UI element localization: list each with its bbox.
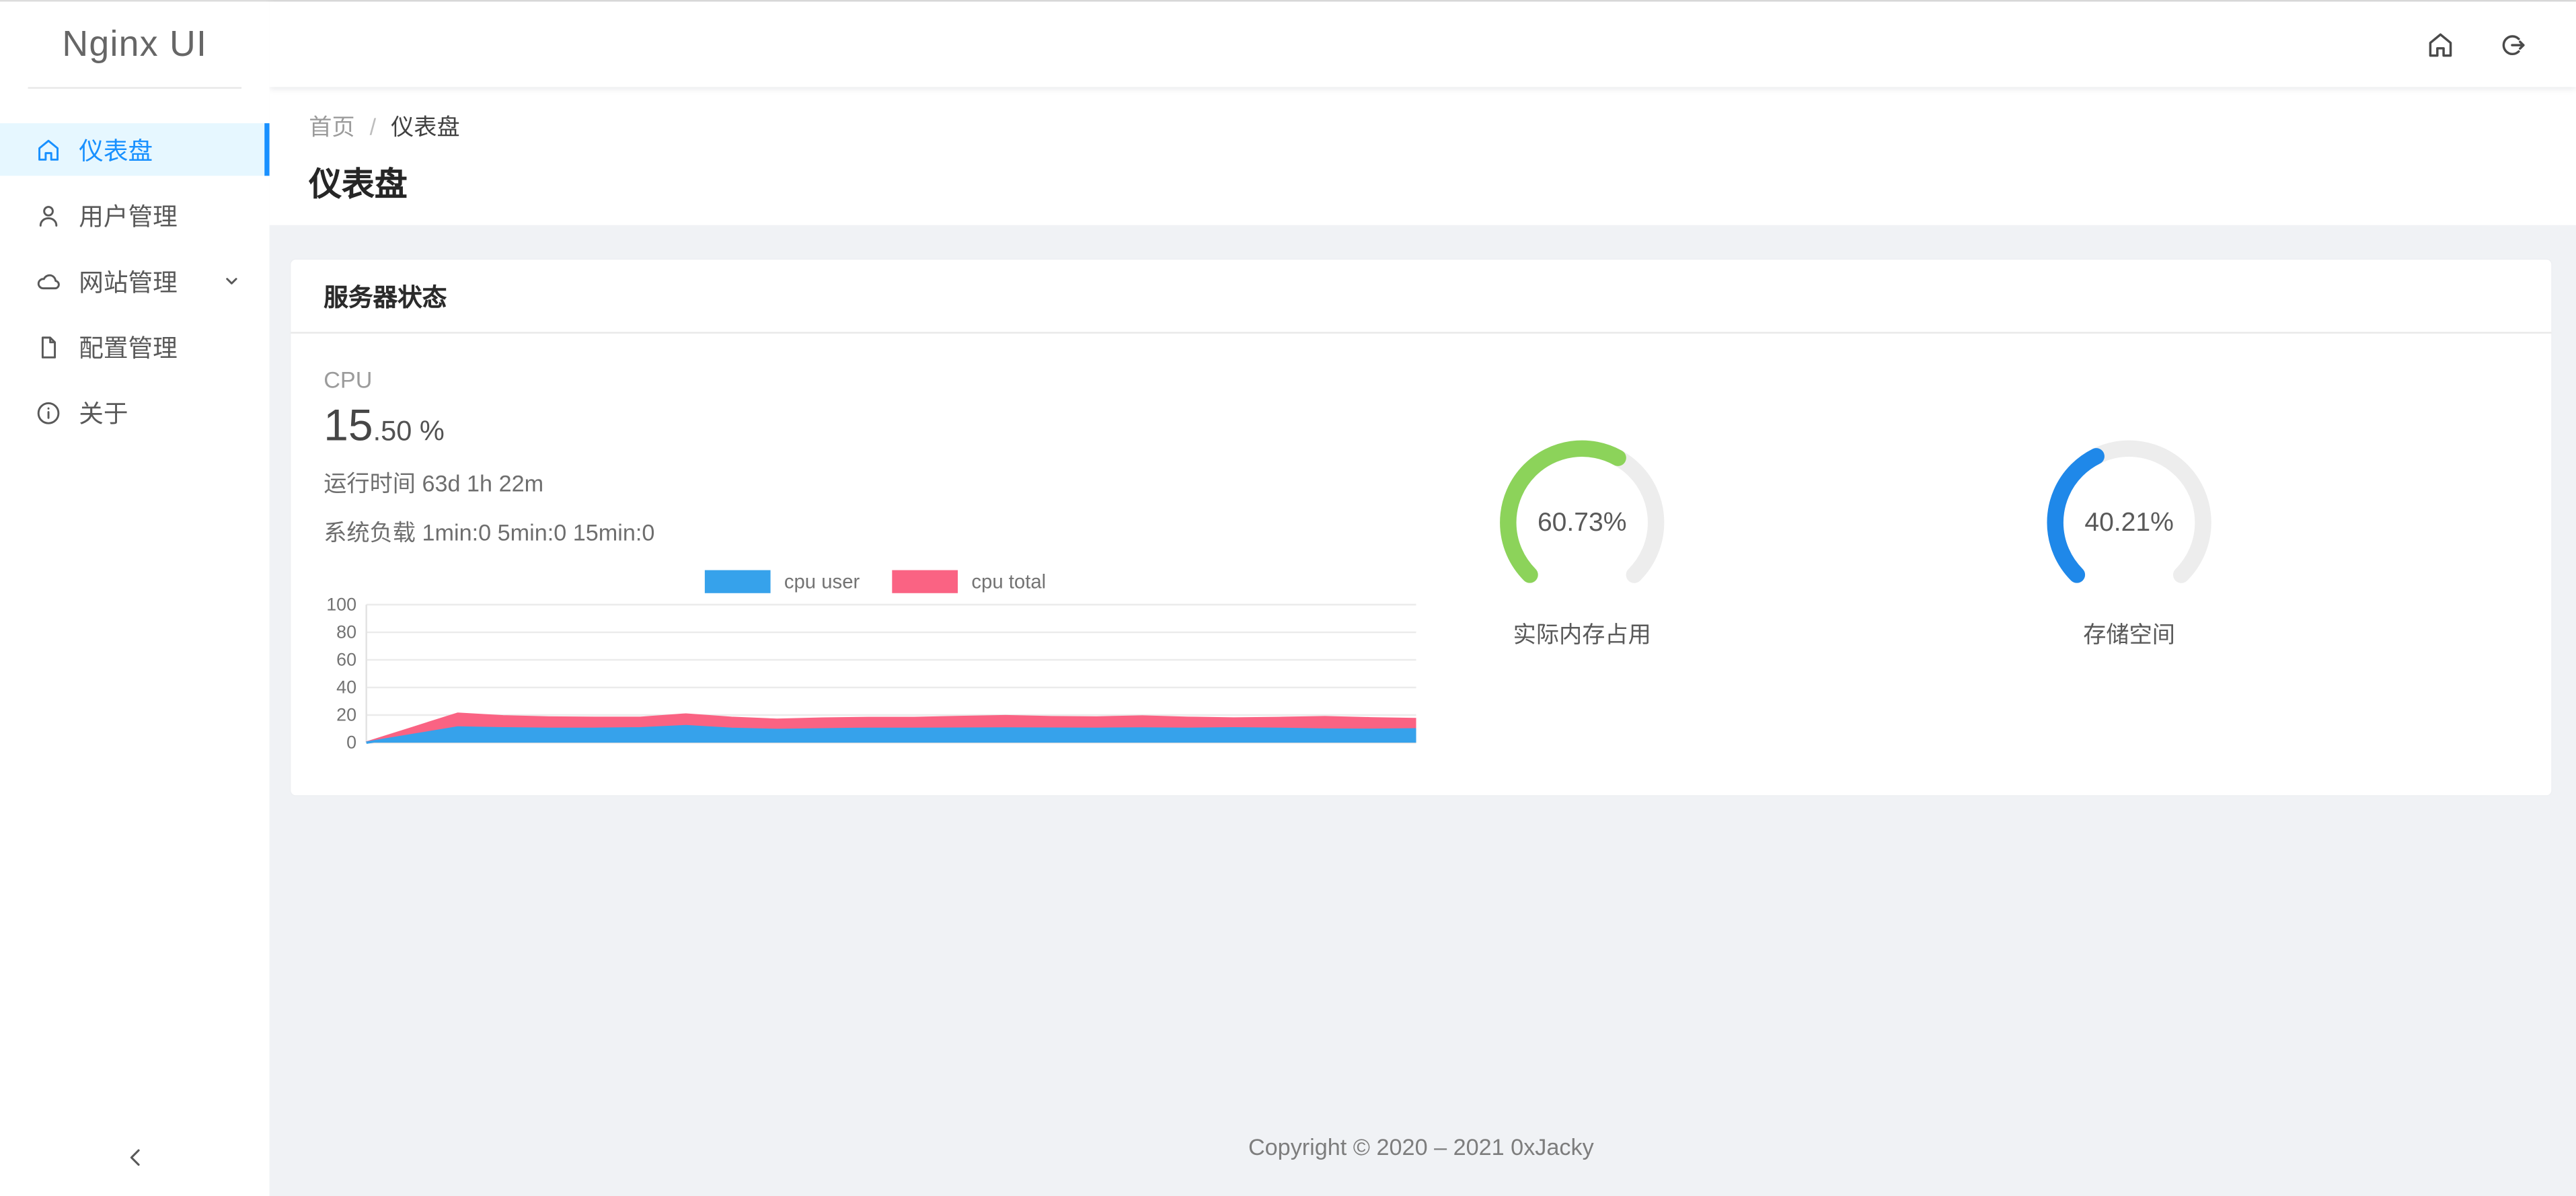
server-status-card: 服务器状态 CPU 15.50 % 运行时间 63d 1h 22m 系统负载 1… (291, 260, 2551, 795)
sidebar-item-websites[interactable]: 网站管理 (0, 255, 270, 307)
sidebar-item-dashboard[interactable]: 仪表盘 (0, 123, 270, 176)
card-title: 服务器状态 (291, 260, 2551, 334)
file-icon (34, 333, 63, 361)
svg-text:0: 0 (346, 733, 356, 753)
uptime-text: 运行时间 63d 1h 22m (324, 467, 1427, 500)
breadcrumb-current: 仪表盘 (391, 110, 460, 143)
sidebar-collapse-button[interactable] (0, 1117, 270, 1196)
cpu-value-suffix: .50 % (373, 416, 445, 447)
cpu-value: 15.50 % (324, 401, 1427, 452)
storage-gauge-label: 存储空间 (1883, 621, 2376, 647)
page-title: 仪表盘 (309, 157, 2536, 205)
home-icon (34, 136, 63, 164)
card-body: CPU 15.50 % 运行时间 63d 1h 22m 系统负载 1min:0 … (291, 334, 2551, 795)
sidebar: Nginx UI 仪表盘 用户管理 网站管理 (0, 1, 270, 1196)
chevron-down-icon[interactable] (222, 271, 241, 291)
legend-swatch (706, 569, 771, 592)
info-circle-icon (34, 398, 63, 426)
svg-text:80: 80 (336, 622, 356, 642)
legend-item-cpu-user[interactable]: cpu user (706, 569, 860, 592)
cpu-label: CPU (324, 367, 1427, 393)
logo-divider (28, 87, 242, 88)
sidebar-item-label: 关于 (79, 395, 128, 429)
svg-text:60: 60 (336, 649, 356, 669)
chart-legend: cpu user cpu total (324, 568, 1427, 593)
sidebar-item-about[interactable]: 关于 (0, 386, 270, 439)
sidebar-item-label: 仪表盘 (79, 133, 153, 167)
storage-gauge: 40.21% 存储空间 (1883, 432, 2376, 647)
content: 服务器状态 CPU 15.50 % 运行时间 63d 1h 22m 系统负载 1… (270, 225, 2576, 1196)
svg-text:100: 100 (326, 595, 356, 614)
storage-gauge-value: 40.21% (2084, 508, 2174, 537)
logout-icon[interactable] (2484, 16, 2540, 72)
breadcrumb-separator: / (370, 114, 377, 140)
user-icon (34, 201, 63, 229)
load-text: 系统负载 1min:0 5min:0 15min:0 (324, 516, 1427, 549)
cpu-stats-column: CPU 15.50 % 运行时间 63d 1h 22m 系统负载 1min:0 … (324, 367, 1427, 763)
app-logo: Nginx UI (0, 1, 270, 87)
svg-text:20: 20 (336, 705, 356, 725)
breadcrumb-home[interactable]: 首页 (309, 110, 354, 143)
main-area: 首页 / 仪表盘 仪表盘 服务器状态 CPU 15.50 % 运行时间 63d … (270, 1, 2576, 1196)
cpu-value-main: 15 (324, 401, 373, 450)
cpu-usage-chart: 0 20 40 60 80 100 (324, 595, 1427, 762)
page-header: 首页 / 仪表盘 仪表盘 (270, 87, 2576, 225)
copyright-footer: Copyright © 2020 – 2021 0xJacky (291, 1133, 2551, 1196)
memory-gauge-value: 60.73% (1538, 508, 1627, 537)
cloud-icon (34, 267, 63, 295)
sidebar-item-label: 网站管理 (79, 264, 178, 298)
legend-swatch (893, 569, 958, 592)
top-navbar (270, 1, 2576, 87)
sidebar-item-users[interactable]: 用户管理 (0, 189, 270, 241)
sidebar-item-configs[interactable]: 配置管理 (0, 320, 270, 373)
app-window: Nginx UI 仪表盘 用户管理 网站管理 (0, 0, 2576, 1196)
memory-gauge: 60.73% 实际内存占用 (1336, 432, 1829, 647)
legend-item-cpu-total[interactable]: cpu total (893, 569, 1046, 592)
legend-label: cpu total (971, 569, 1046, 592)
legend-label: cpu user (784, 569, 860, 592)
chevron-left-icon (122, 1144, 147, 1169)
memory-gauge-label: 实际内存占用 (1336, 621, 1829, 647)
svg-text:40: 40 (336, 677, 356, 698)
sidebar-menu: 仪表盘 用户管理 网站管理 配置管理 (0, 116, 270, 445)
sidebar-item-label: 配置管理 (79, 330, 178, 364)
breadcrumb: 首页 / 仪表盘 (309, 110, 2536, 143)
home-icon[interactable] (2412, 16, 2468, 72)
sidebar-item-label: 用户管理 (79, 198, 178, 232)
